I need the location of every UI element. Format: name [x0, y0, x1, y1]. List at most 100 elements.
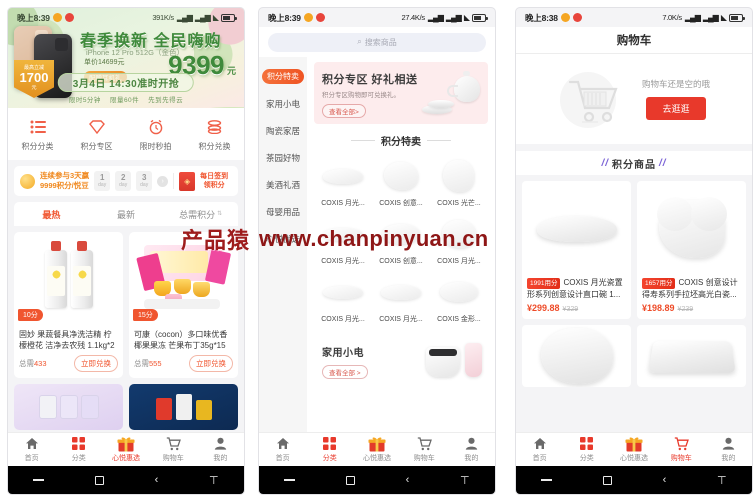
gift-icon [117, 436, 135, 451]
product-image [14, 384, 123, 430]
product-card[interactable] [522, 325, 631, 387]
battery-icon [472, 13, 488, 22]
gift-icon [368, 436, 386, 451]
sidebar-item-ceramics[interactable]: 陶瓷家居 [259, 117, 307, 144]
product-card[interactable]: 1657用分 COXIS 创意设计 得寿系列手拉坯高光白瓷... ¥198.89… [637, 181, 746, 319]
recent-apps-icon[interactable] [33, 479, 45, 481]
points-badge: 1991用分 [527, 278, 561, 289]
signin-cta[interactable]: 每日签到 领积分 [200, 172, 228, 190]
battery-icon [729, 13, 745, 22]
tab-points-label: 总需积分 [179, 209, 216, 220]
product-image: 10分 [14, 232, 123, 325]
tab-newest[interactable]: 最新 [89, 208, 164, 221]
quick-entry-flashsale[interactable]: 限时秒拍 [126, 117, 185, 152]
quick-entry-row: 积分分类 积分专区 限时秒拍 积分兑换 [8, 108, 244, 160]
assistant-icon[interactable]: ⊤ [717, 474, 727, 487]
product-card[interactable]: 1991用分 COXIS 月光瓷置 形系列创意设计直口碗 1... ¥299.8… [522, 181, 631, 319]
tab-xinyue[interactable]: 心悦惠选 [102, 433, 149, 466]
product-name-line1: COXIS 创意设计 [678, 278, 738, 287]
tab-profile[interactable]: 我的 [197, 433, 244, 466]
status-time: 晚上8:39 [17, 12, 50, 23]
tab-home[interactable]: 首页 [8, 433, 55, 466]
product-cell[interactable]: COXIS 金形... [430, 268, 488, 326]
notification-icon-1 [303, 13, 313, 22]
back-icon[interactable]: ‹ [663, 474, 667, 486]
product-cell[interactable]: COXIS 光芒... [430, 152, 488, 210]
home-square-icon[interactable] [603, 475, 612, 485]
wifi-icon: ◣ [212, 13, 219, 22]
product-cell[interactable]: COXIS 月光... [314, 268, 372, 326]
quick-entry-label: 限时秒拍 [139, 142, 172, 151]
tab-cart[interactable]: 购物车 [150, 433, 197, 466]
tab-home[interactable]: 首页 [259, 433, 306, 466]
empty-cart-icon [558, 68, 632, 130]
user-icon [214, 436, 227, 451]
recent-apps-icon[interactable] [541, 479, 553, 481]
signal-icon: ▂▄▆ [176, 13, 193, 22]
sidebar-item-tea[interactable]: 茶园好物 [259, 144, 307, 171]
search-input[interactable]: ⌕ 搜索商品 [268, 32, 486, 52]
sidebar-item-wine[interactable]: 美酒礼酒 [259, 171, 307, 198]
section-title-text: 积分商品 [612, 159, 656, 171]
sidebar-item-points-sale[interactable]: 积分特卖 [259, 63, 307, 90]
user-icon [722, 436, 735, 451]
tab-points-sort[interactable]: 总需积分 ⇅ [163, 208, 238, 221]
quick-entry-exchange[interactable]: 积分兑换 [185, 117, 244, 152]
assistant-icon[interactable]: ⊤ [460, 474, 470, 487]
sort-tabs: 最热 最新 总需积分 ⇅ [14, 202, 238, 226]
tab-profile[interactable]: 我的 [448, 433, 495, 466]
promo-view-all-button[interactable]: 查看全部> [322, 104, 366, 118]
appliances-promo-card[interactable]: 家用小电 查看全部 > [314, 331, 488, 401]
product-name: COXIS 创意... [379, 258, 423, 265]
product-cell[interactable]: COXIS 月光... [314, 152, 372, 210]
appliances-view-all-button[interactable]: 查看全部 > [322, 365, 368, 379]
product-card[interactable] [129, 384, 238, 430]
signin-line2: 9999积分/悦豆 [40, 181, 89, 190]
product-cell[interactable]: COXIS 创意... [372, 152, 430, 210]
alarm-icon [126, 117, 185, 137]
home-square-icon[interactable] [95, 475, 104, 485]
product-card[interactable]: 10分 固妙 果蔬餐具净洗洁精 柠檬橙花 洁净去农残 1.1kg*2 总需433… [14, 232, 123, 378]
product-cell[interactable]: COXIS 创意... [372, 210, 430, 268]
back-icon[interactable]: ‹ [155, 474, 159, 486]
go-shopping-button[interactable]: 去逛逛 [646, 97, 706, 120]
tab-profile[interactable]: 我的 [705, 433, 752, 466]
tab-category[interactable]: 分类 [306, 433, 353, 466]
phone-screen-cart: 晚上8:38 7.0K/s ▂▄▆ ▂▄▆ ◣ 购物车 购物车还是空的哦 去逛逛… [516, 8, 752, 494]
product-card[interactable] [637, 325, 746, 387]
price-original: ¥329 [562, 306, 579, 313]
banner-original-price: 单价14699元 [84, 59, 125, 66]
tab-xinyue[interactable]: 心悦惠选 [610, 433, 657, 466]
tab-xinyue[interactable]: 心悦惠选 [353, 433, 400, 466]
sidebar-item-selection[interactable]: 心悦优选 [259, 225, 307, 252]
category-sidebar: 积分特卖 家用小电 陶瓷家居 茶园好物 美酒礼酒 母婴用品 心悦优选 [259, 57, 307, 432]
exchange-button[interactable]: 立即兑换 [74, 355, 118, 372]
sidebar-item-appliances[interactable]: 家用小电 [259, 90, 307, 117]
product-name-line1: COXIS 月光瓷置 [563, 278, 623, 287]
assistant-icon[interactable]: ⊤ [209, 474, 219, 487]
product-cell[interactable]: COXIS 月光... [430, 210, 488, 268]
home-square-icon[interactable] [346, 475, 355, 485]
product-card[interactable]: 15分 可康（cocon）多口味优香椰果果冻 芒果布丁35g*15杯*... 总… [129, 232, 238, 378]
product-cell[interactable]: COXIS 月光... [372, 268, 430, 326]
chevron-right-icon[interactable]: › [157, 175, 169, 187]
tab-cart[interactable]: 购物车 [401, 433, 448, 466]
product-name: COXIS 创意... [379, 200, 423, 207]
cart-icon [166, 436, 181, 451]
sidebar-item-maternal[interactable]: 母婴用品 [259, 198, 307, 225]
product-cell[interactable]: COXIS 月光... [314, 210, 372, 268]
quick-entry-zone[interactable]: 积分专区 [67, 117, 126, 152]
tab-cart[interactable]: 购物车 [658, 433, 705, 466]
tab-category[interactable]: 分类 [55, 433, 102, 466]
quick-entry-category[interactable]: 积分分类 [8, 117, 67, 152]
tab-home[interactable]: 首页 [516, 433, 563, 466]
back-icon[interactable]: ‹ [406, 474, 410, 486]
promo-card[interactable]: 积分专区 好礼相送 积分专区购物即可兑换礼。 查看全部> [314, 62, 488, 124]
tab-hottest[interactable]: 最热 [14, 208, 89, 221]
signin-bar[interactable]: 连续参与3天赢 9999积分/悦豆 1 day 2 day 3 day › ◈ 每日签… [14, 166, 238, 196]
product-card[interactable] [14, 384, 123, 430]
exchange-button[interactable]: 立即兑换 [189, 355, 233, 372]
recent-apps-icon[interactable] [284, 479, 296, 481]
tab-category[interactable]: 分类 [563, 433, 610, 466]
sidebar-item-label: 积分特卖 [262, 69, 304, 84]
